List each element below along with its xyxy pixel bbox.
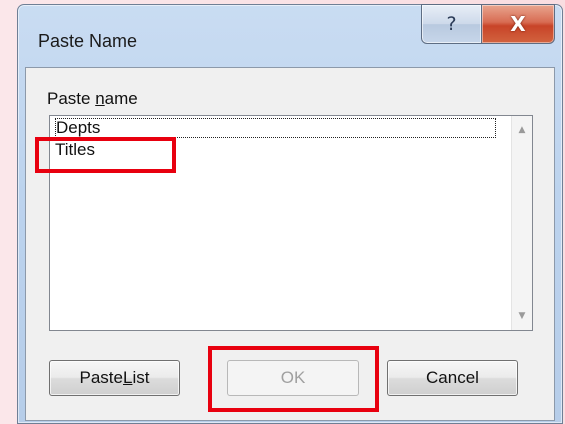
list-item-depts[interactable]: Depts (55, 118, 496, 138)
scroll-down-arrow-icon[interactable]: ▼ (512, 306, 532, 326)
paste-name-label: Paste name (47, 89, 138, 109)
close-icon: X (510, 12, 526, 36)
ok-button[interactable]: OK (227, 360, 359, 396)
cancel-button[interactable]: Cancel (387, 360, 518, 396)
paste-name-label-suffix: ame (104, 89, 138, 108)
help-button[interactable]: ? (421, 4, 482, 44)
list-item-titles[interactable]: Titles (55, 140, 95, 160)
paste-list-label-suffix: ist (132, 368, 150, 387)
paste-name-dialog: Paste Name ? X Paste name Depts Titles ▲… (17, 4, 563, 424)
caption-buttons: ? X (421, 4, 555, 44)
paste-name-label-access-key: n (95, 89, 105, 108)
dialog-body: Paste name Depts Titles ▲ ▼ Paste List O… (25, 67, 555, 421)
names-listbox[interactable]: Depts Titles ▲ ▼ (49, 115, 533, 331)
paste-list-button[interactable]: Paste List (49, 360, 180, 396)
paste-list-label-prefix: Paste (79, 368, 123, 387)
help-icon: ? (446, 13, 457, 35)
paste-name-label-prefix: Paste (47, 89, 96, 108)
scroll-up-arrow-icon[interactable]: ▲ (512, 120, 532, 140)
close-button[interactable]: X (482, 4, 555, 44)
dialog-title: Paste Name (38, 31, 138, 51)
listbox-scrollbar[interactable]: ▲ ▼ (511, 116, 532, 330)
paste-list-label-access-key: L (123, 368, 133, 387)
